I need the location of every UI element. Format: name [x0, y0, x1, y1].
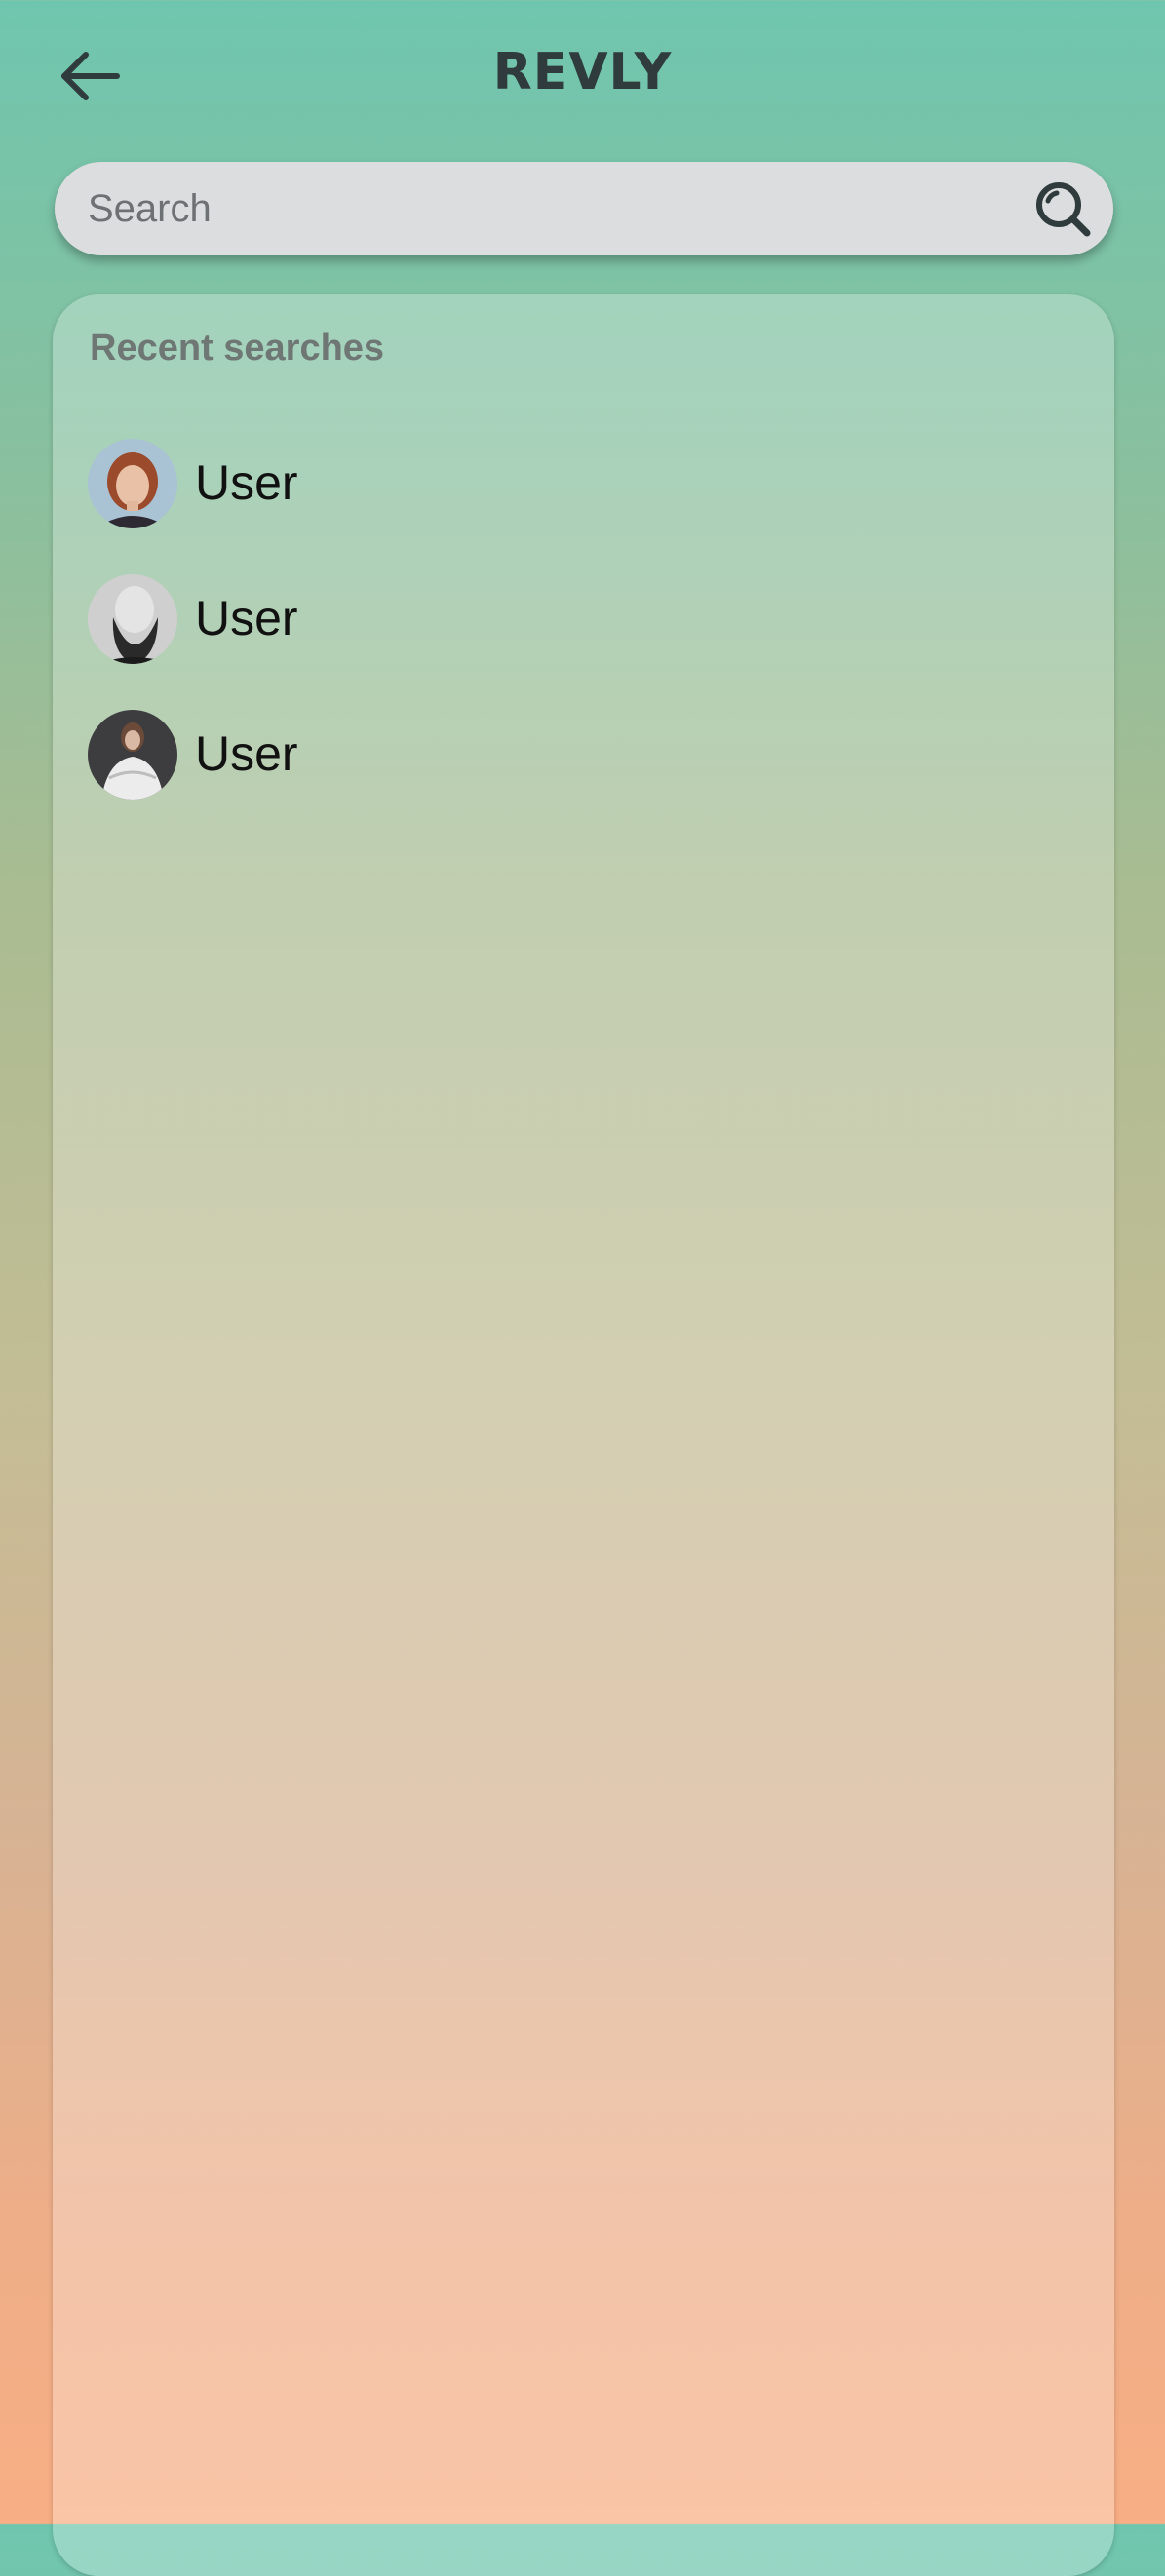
search-icon[interactable]	[1033, 179, 1092, 238]
app-title: REVLY	[492, 43, 673, 101]
recent-search-name: User	[195, 455, 298, 510]
recent-search-item[interactable]: User	[88, 439, 673, 532]
avatar	[88, 574, 177, 664]
recent-search-item[interactable]: User	[88, 710, 673, 803]
search-bar[interactable]	[55, 162, 1113, 255]
app-header: REVLY	[0, 0, 1165, 156]
user-avatar-image	[88, 439, 177, 528]
recent-searches-panel: Recent searches User User User	[53, 294, 1114, 2576]
recent-search-name: User	[195, 591, 298, 645]
avatar	[88, 710, 177, 800]
recent-search-item[interactable]: User	[88, 574, 673, 668]
recent-searches-title: Recent searches	[90, 328, 385, 369]
user-avatar-image	[88, 574, 177, 664]
user-avatar-image	[88, 710, 177, 800]
avatar	[88, 439, 177, 528]
recent-search-name: User	[195, 726, 298, 781]
search-input[interactable]	[88, 162, 965, 255]
